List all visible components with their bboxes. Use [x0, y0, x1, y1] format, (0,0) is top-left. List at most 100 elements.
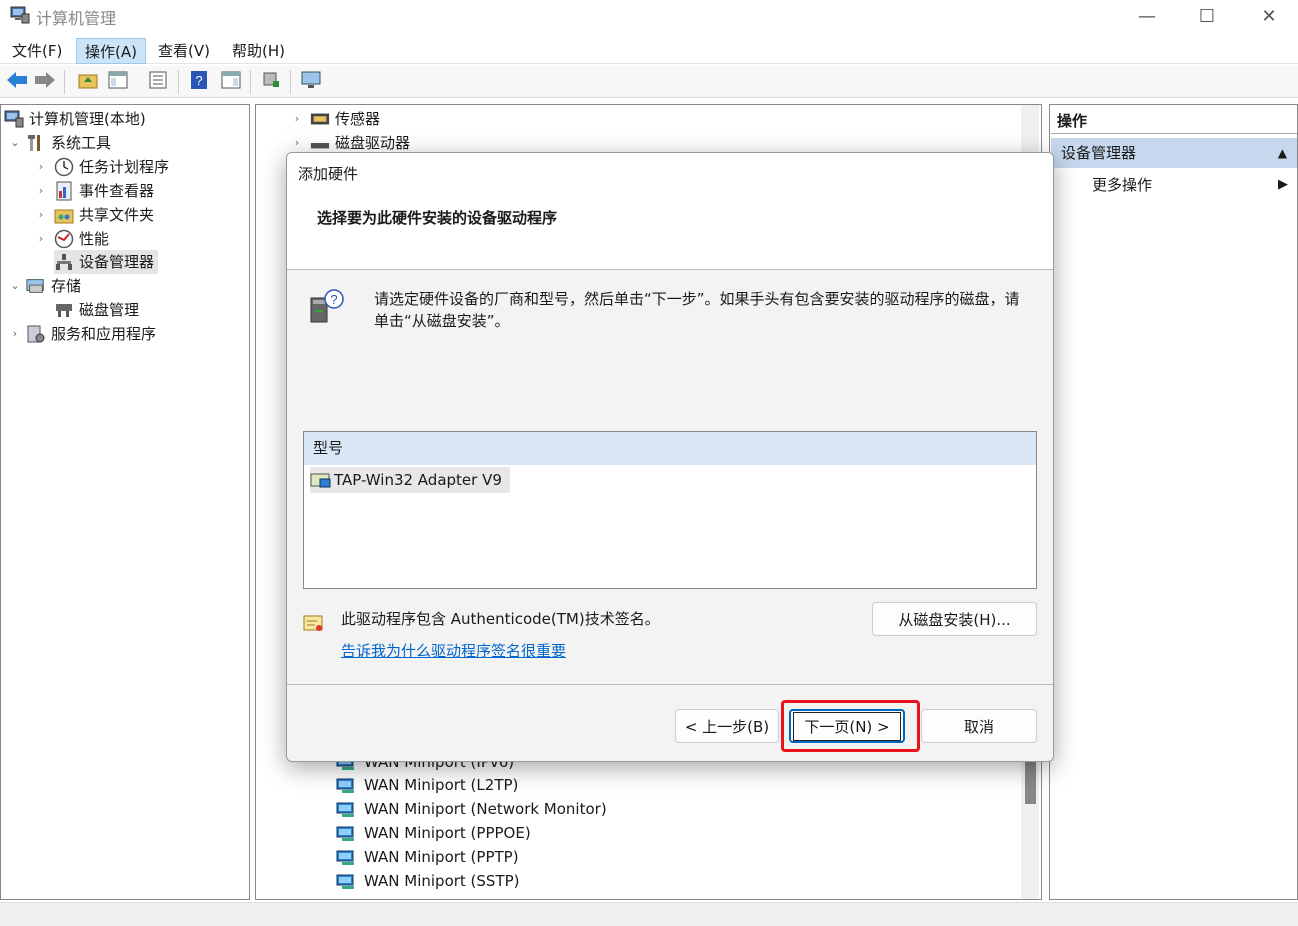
arrow-right-icon — [34, 71, 56, 93]
svg-text:?: ? — [195, 73, 202, 88]
event-viewer-icon — [54, 181, 74, 201]
tools-icon — [26, 133, 46, 153]
scrollbar-thumb[interactable] — [1025, 762, 1036, 804]
certificate-icon — [303, 613, 325, 633]
services-icon — [26, 324, 46, 344]
actions-pane — [1049, 104, 1298, 900]
dialog-title: 添加硬件 — [298, 165, 359, 183]
actions-section-device-manager[interactable]: 设备管理器 ▲ — [1051, 138, 1297, 168]
tree-label: 设备管理器 — [79, 253, 155, 271]
help-icon: ? — [190, 70, 208, 94]
chevron-right-icon[interactable]: › — [8, 322, 22, 346]
collapse-up-icon[interactable]: ▲ — [1278, 138, 1287, 168]
chevron-right-icon[interactable]: › — [34, 155, 48, 179]
signature-info-link[interactable]: 告诉我为什么驱动程序签名很重要 — [341, 640, 566, 661]
chevron-right-icon[interactable]: › — [34, 227, 48, 251]
chevron-down-icon[interactable]: ⌄ — [8, 274, 22, 298]
sensor-icon — [310, 109, 330, 129]
list-item[interactable]: WAN Miniport (PPTP) — [336, 845, 519, 869]
list-item[interactable]: WAN Miniport (Network Monitor) — [336, 797, 607, 821]
svg-text:?: ? — [330, 292, 337, 307]
chevron-down-icon[interactable]: ⌄ — [8, 131, 22, 155]
tree-task-scheduler[interactable]: › 任务计划程序 — [34, 155, 169, 179]
minimize-icon: — — [1138, 5, 1156, 27]
tree-label: 性能 — [79, 230, 110, 248]
tree-storage[interactable]: ⌄ 存储 — [8, 274, 81, 298]
tree-disk-management[interactable]: 磁盘管理 — [54, 298, 139, 322]
add-hardware-dialog: 添加硬件 选择要为此硬件安装的设备驱动程序 ? 请选定硬件设备的厂商和型号，然后… — [286, 152, 1054, 762]
model-list[interactable]: 型号 TAP-Win32 Adapter V9 — [303, 431, 1037, 589]
tree-services-apps[interactable]: › 服务和应用程序 — [8, 322, 156, 346]
arrow-left-icon — [6, 71, 28, 93]
title-bar: 计算机管理 — ☐ ✕ — [0, 0, 1298, 32]
back-toolbar-button[interactable] — [4, 70, 30, 94]
minimize-button[interactable]: — — [1116, 0, 1178, 32]
tree-device-manager[interactable]: 设备管理器 — [54, 250, 159, 274]
action-pane-icon — [221, 71, 241, 93]
device-manager-icon — [54, 252, 74, 272]
properties-button[interactable] — [145, 70, 171, 94]
model-column-header[interactable]: 型号 — [304, 432, 1036, 465]
computer-management-icon — [4, 109, 24, 129]
network-adapter-icon — [336, 800, 358, 818]
forward-toolbar-button[interactable] — [32, 70, 58, 94]
tree-shared-folders[interactable]: › 共享文件夹 — [34, 203, 154, 227]
next-button-highlight — [781, 700, 920, 752]
dialog-heading: 选择要为此硬件安装的设备驱动程序 — [317, 209, 558, 227]
show-hide-tree-button[interactable] — [105, 70, 131, 94]
chevron-right-icon[interactable]: › — [290, 107, 304, 131]
list-item[interactable]: WAN Miniport (PPPOE) — [336, 821, 531, 845]
tree-system-tools[interactable]: ⌄ 系统工具 — [8, 131, 111, 155]
back-button[interactable]: < 上一步(B) — [675, 709, 779, 743]
maximize-button[interactable]: ☐ — [1176, 0, 1238, 32]
tree-label: 共享文件夹 — [79, 206, 155, 224]
have-disk-button[interactable]: 从磁盘安装(H)... — [872, 602, 1037, 636]
device-category-sensors[interactable]: › 传感器 — [290, 107, 380, 131]
monitor-button[interactable] — [298, 70, 324, 94]
cancel-button[interactable]: 取消 — [921, 709, 1037, 743]
menu-action[interactable]: 操作(A) — [76, 38, 146, 64]
disk-icon — [54, 300, 74, 320]
model-list-item[interactable]: TAP-Win32 Adapter V9 — [310, 467, 510, 493]
triangle-right-icon: ▶ — [1278, 177, 1288, 192]
monitor-icon — [300, 70, 322, 94]
up-level-button[interactable] — [75, 70, 101, 94]
network-adapter-icon — [336, 776, 358, 794]
tree-label: 磁盘管理 — [79, 301, 140, 319]
help-button[interactable]: ? — [186, 70, 212, 94]
tree-event-viewer[interactable]: › 事件查看器 — [34, 179, 154, 203]
scan-hardware-button[interactable] — [258, 70, 284, 94]
folder-up-icon — [78, 71, 98, 93]
chevron-right-icon[interactable]: › — [34, 179, 48, 203]
device-category-label: 传感器 — [335, 110, 381, 128]
status-bar — [0, 902, 1298, 926]
clock-icon — [54, 157, 74, 177]
close-icon: ✕ — [1261, 5, 1277, 27]
menu-help[interactable]: 帮助(H) — [224, 38, 293, 64]
toolbar: ? — [0, 66, 1298, 98]
list-item[interactable]: WAN Miniport (L2TP) — [336, 773, 518, 797]
properties-icon — [148, 71, 168, 93]
menu-view[interactable]: 查看(V) — [150, 38, 218, 64]
computer-management-icon — [10, 5, 30, 25]
hardware-question-icon: ? — [307, 288, 347, 328]
more-actions-item[interactable]: 更多操作 ▶ — [1092, 172, 1292, 198]
list-item[interactable]: WAN Miniport (SSTP) — [336, 869, 520, 893]
dialog-header: 添加硬件 选择要为此硬件安装的设备驱动程序 — [287, 153, 1053, 270]
shared-folder-icon — [54, 205, 74, 225]
tree-label: 服务和应用程序 — [51, 325, 157, 343]
menu-file[interactable]: 文件(F) — [4, 38, 70, 64]
tree-performance[interactable]: › 性能 — [34, 227, 109, 251]
tree-root-label: 计算机管理(本地) — [29, 110, 146, 128]
dialog-divider — [287, 684, 1053, 685]
scan-hardware-icon — [261, 70, 281, 94]
tree-root[interactable]: 计算机管理(本地) — [4, 107, 146, 131]
chevron-right-icon[interactable]: › — [34, 203, 48, 227]
dialog-instruction: 请选定硬件设备的厂商和型号，然后单击“下一步”。如果手头有包含要安装的驱动程序的… — [374, 290, 1020, 330]
network-card-icon — [310, 471, 332, 489]
window-title: 计算机管理 — [36, 9, 117, 28]
maximize-icon: ☐ — [1198, 5, 1216, 27]
close-button[interactable]: ✕ — [1238, 0, 1298, 32]
action-pane-button[interactable] — [218, 70, 244, 94]
tree-pane-icon — [108, 71, 128, 93]
